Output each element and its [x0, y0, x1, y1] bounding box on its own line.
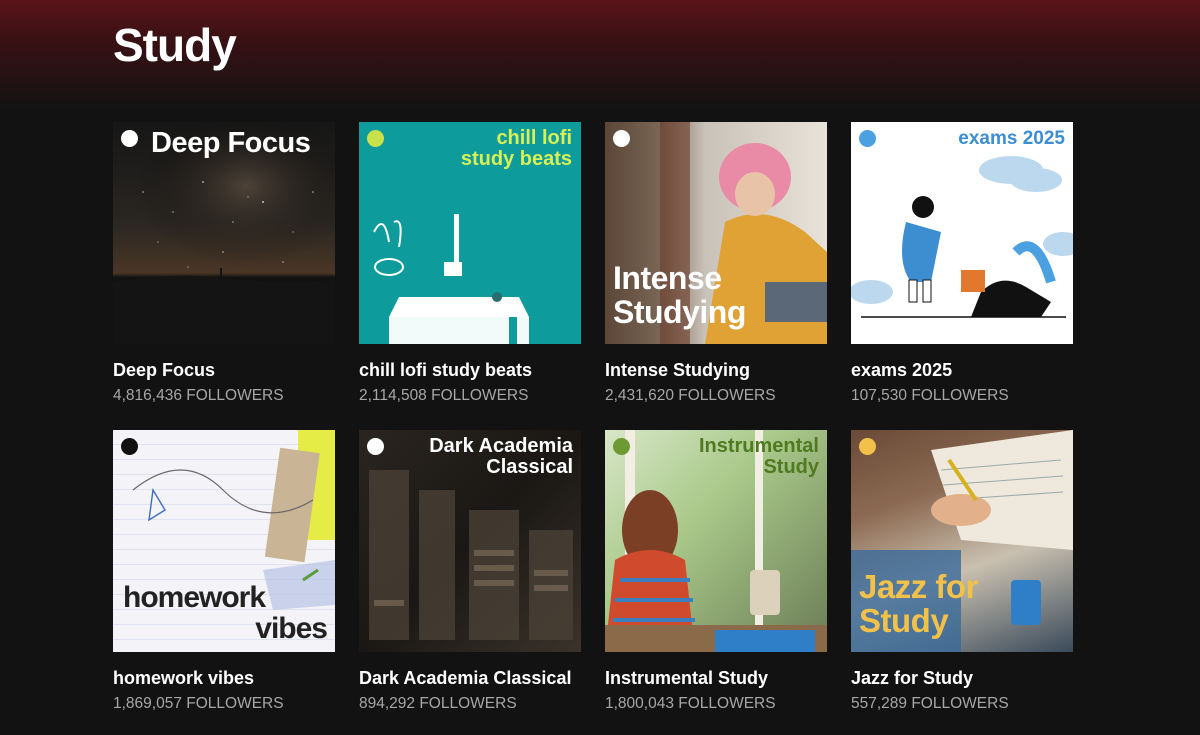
- spotify-icon: [121, 438, 138, 455]
- playlist-cover[interactable]: homework vibes: [113, 430, 335, 652]
- playlist-followers: 1,869,057 FOLLOWERS: [113, 695, 284, 712]
- spotify-icon: [613, 130, 630, 147]
- spotify-icon: [613, 438, 630, 455]
- cover-title-line1: Jazz for: [859, 568, 978, 605]
- playlist-title[interactable]: exams 2025: [851, 360, 1073, 381]
- playlist-followers: 107,530 FOLLOWERS: [851, 387, 1009, 404]
- cover-title-line2: vibes: [255, 612, 328, 645]
- playlist-title[interactable]: chill lofi study beats: [359, 360, 581, 381]
- playlist-card-exams-2025[interactable]: exams 2025 exams 2025 107,530 FOLLOWERS: [851, 122, 1073, 430]
- spotify-icon: [367, 438, 384, 455]
- playlist-grid: Deep Focus Deep Focus 4,816,436 FOLLOWER…: [113, 122, 1073, 735]
- spotify-icon: [367, 130, 384, 147]
- playlist-followers: 557,289 FOLLOWERS: [851, 695, 1009, 712]
- playlist-followers: 4,816,436 FOLLOWERS: [113, 387, 284, 404]
- playlist-title[interactable]: Jazz for Study: [851, 668, 1073, 689]
- playlist-cover[interactable]: Instrumental Study: [605, 430, 827, 652]
- playlist-followers: 894,292 FOLLOWERS: [359, 695, 517, 712]
- playlist-title[interactable]: Instrumental Study: [605, 668, 827, 689]
- cover-title-line1: Dark Academia: [429, 435, 573, 457]
- cover-title-line2: study beats: [460, 148, 572, 170]
- playlist-card-intense-studying[interactable]: Intense Studying Intense Studying 2,431,…: [605, 122, 827, 430]
- page-title: Study: [113, 19, 237, 71]
- playlist-card-instrumental-study[interactable]: Instrumental Study Instrumental Study 1,…: [605, 430, 827, 735]
- spotify-icon: [859, 130, 876, 147]
- cover-title-line2: Study: [763, 456, 819, 478]
- playlist-cover[interactable]: Intense Studying: [605, 122, 827, 344]
- playlist-cover[interactable]: Deep Focus: [113, 122, 335, 344]
- playlist-title[interactable]: homework vibes: [113, 668, 335, 689]
- playlist-card-jazz-for-study[interactable]: Jazz for Study Jazz for Study 557,289 FO…: [851, 430, 1073, 735]
- exam-illustration-art: [851, 156, 1073, 318]
- cover-title-line1: chill lofi: [496, 127, 572, 149]
- cover-title-line1: homework: [123, 581, 266, 614]
- playlist-title[interactable]: Deep Focus: [113, 360, 335, 381]
- playlist-card-deep-focus[interactable]: Deep Focus Deep Focus 4,816,436 FOLLOWER…: [113, 122, 335, 430]
- cover-title-line2: Study: [859, 602, 949, 639]
- playlist-card-dark-academia-classical[interactable]: Dark Academia Classical Dark Academia Cl…: [359, 430, 581, 735]
- cover-title-line1: Intense: [613, 260, 722, 296]
- playlist-title[interactable]: Intense Studying: [605, 360, 827, 381]
- cover-title-line1: Instrumental: [698, 435, 819, 457]
- playlist-cover[interactable]: exams 2025: [851, 122, 1073, 344]
- playlist-followers: 2,114,508 FOLLOWERS: [359, 387, 529, 404]
- spotify-icon: [121, 130, 138, 147]
- cover-title-line2: Studying: [613, 294, 746, 330]
- cover-title: exams 2025: [958, 128, 1065, 149]
- playlist-card-chill-lofi-study-beats[interactable]: chill lofi study beats chill lofi study …: [359, 122, 581, 430]
- cover-title: Deep Focus: [151, 127, 311, 159]
- playlist-card-homework-vibes[interactable]: homework vibes homework vibes 1,869,057 …: [113, 430, 335, 735]
- cover-title-line2: Classical: [486, 456, 573, 478]
- playlist-cover[interactable]: Jazz for Study: [851, 430, 1073, 652]
- playlist-cover[interactable]: chill lofi study beats: [359, 122, 581, 344]
- playlist-followers: 1,800,043 FOLLOWERS: [605, 695, 776, 712]
- playlist-followers: 2,431,620 FOLLOWERS: [605, 387, 776, 404]
- spotify-icon: [859, 438, 876, 455]
- playlist-cover[interactable]: Dark Academia Classical: [359, 430, 581, 652]
- playlist-title[interactable]: Dark Academia Classical: [359, 668, 581, 689]
